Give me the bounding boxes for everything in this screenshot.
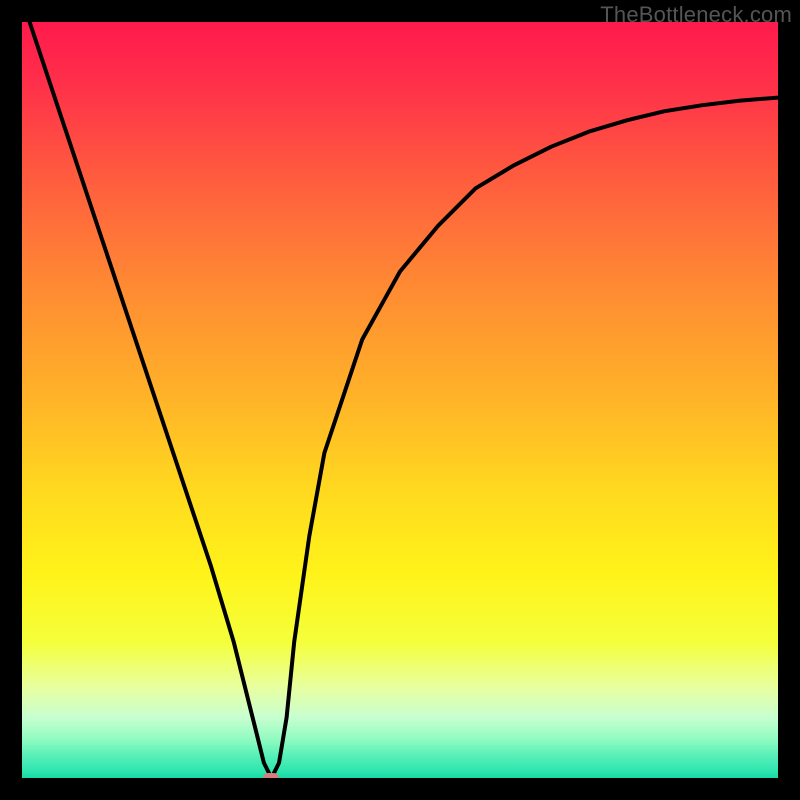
- watermark-text: TheBottleneck.com: [600, 2, 792, 28]
- chart-frame: TheBottleneck.com: [0, 0, 800, 800]
- bottleneck-curve: [22, 22, 778, 778]
- plot-area: [22, 22, 778, 778]
- minimum-marker-icon: [263, 773, 279, 778]
